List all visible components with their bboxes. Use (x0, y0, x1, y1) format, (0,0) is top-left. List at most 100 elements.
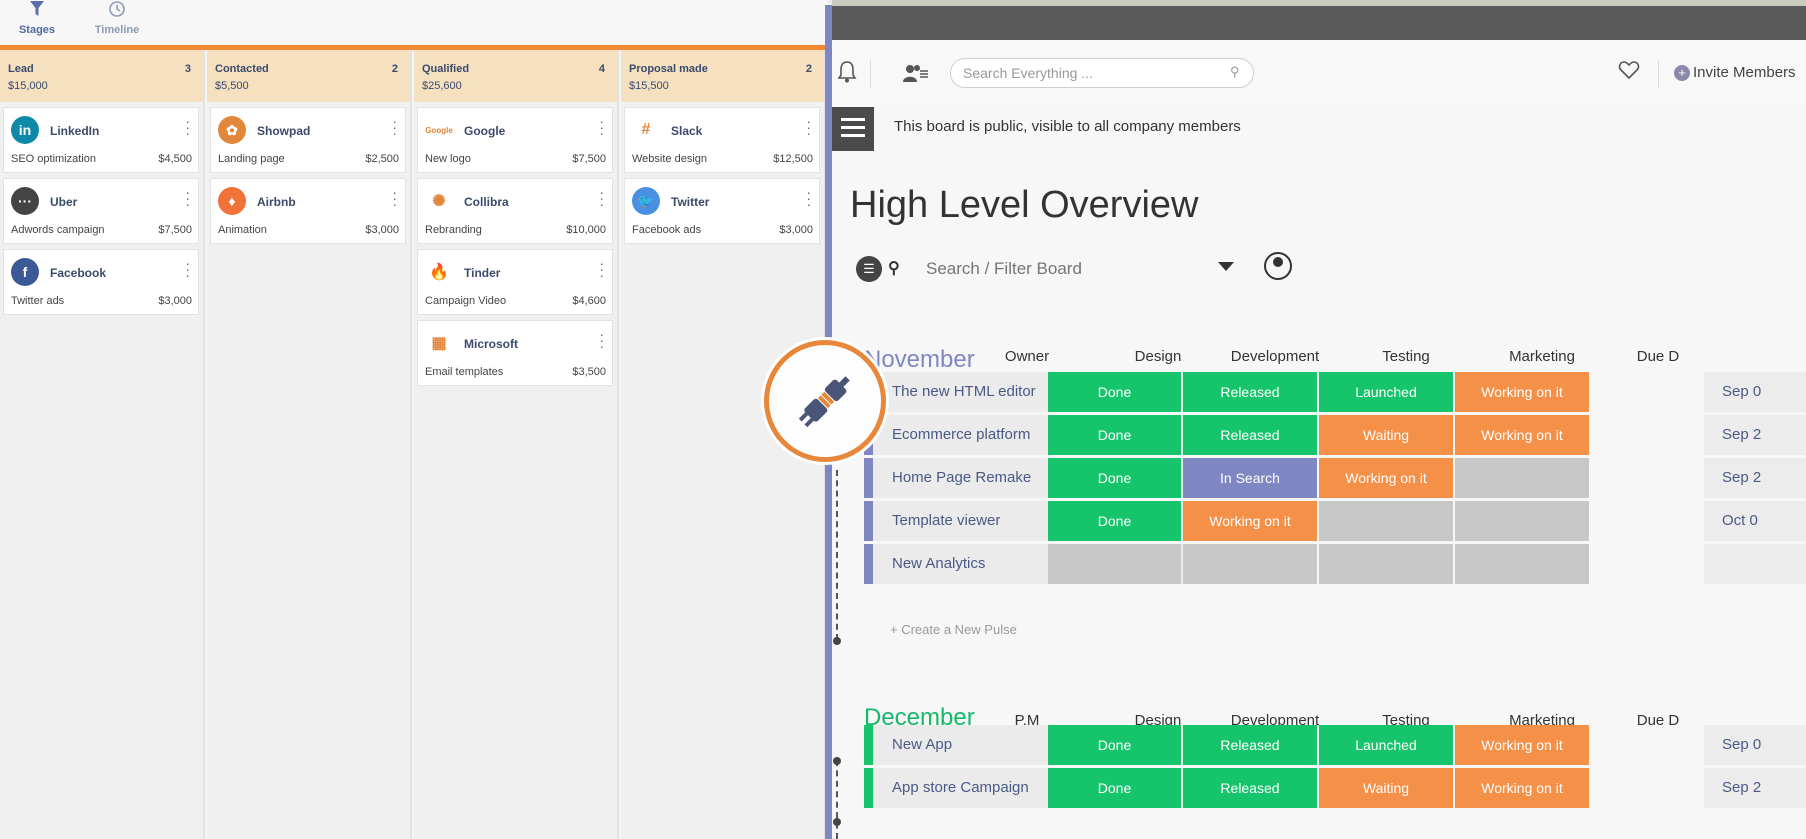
status-cell[interactable]: Waiting (1319, 415, 1453, 455)
due-date-cell[interactable]: Oct 0 (1704, 501, 1806, 541)
deal-card[interactable]: ▦ Microsoft · · · Email templates $3,500 (417, 320, 613, 386)
status-cell[interactable]: Working on it (1455, 725, 1589, 765)
status-cell[interactable]: Launched (1319, 372, 1453, 412)
status-cell[interactable]: Working on it (1455, 768, 1589, 808)
status-cell[interactable]: Working on it (1455, 415, 1589, 455)
status-cell[interactable]: Released (1183, 415, 1317, 455)
header-separator (1658, 60, 1659, 88)
status-cell[interactable] (1455, 501, 1589, 541)
status-cell[interactable]: Released (1183, 725, 1317, 765)
filter-menu-icon[interactable]: ☰ (856, 256, 882, 282)
deal-card[interactable]: f Facebook · · · Twitter ads $3,000 (3, 249, 199, 315)
deal-card[interactable]: ✺ Collibra · · · Rebranding $10,000 (417, 178, 613, 244)
status-cell[interactable]: Done (1048, 458, 1181, 498)
search-everything-input[interactable]: Search Everything ... (950, 58, 1254, 88)
twitter-logo: 🐦 (632, 187, 660, 215)
more-options-icon[interactable]: · · · (599, 114, 604, 140)
group-title[interactable]: November (864, 346, 975, 374)
filter-board-input[interactable] (926, 256, 1146, 282)
pulse-row[interactable]: New App Done Released Launched Working on it… (864, 725, 1806, 765)
more-options-icon[interactable]: · · · (599, 327, 604, 353)
status-cell[interactable]: Released (1183, 768, 1317, 808)
column-header[interactable]: Due D (1598, 348, 1718, 365)
column-header[interactable]: Owner (967, 348, 1087, 365)
pulse-row[interactable]: Ecommerce platform Done Released Waiting Wor… (864, 415, 1806, 455)
invite-members-button[interactable]: + Invite Members (1674, 64, 1796, 81)
invite-members-label: Invite Members (1693, 64, 1796, 81)
stage-column: Lead $15,000 3 in LinkedIn · · · SEO optimizatio… (0, 50, 205, 839)
deal-description: Twitter ads (11, 295, 65, 307)
column-header[interactable]: Development (1215, 348, 1335, 365)
tab-stages[interactable]: Stages (2, 0, 72, 46)
public-notice: This board is public, visible to all com… (894, 118, 1241, 135)
more-options-icon[interactable]: · · · (599, 185, 604, 211)
heart-icon[interactable] (1618, 60, 1640, 86)
team-icon[interactable] (902, 62, 930, 89)
status-cell[interactable]: Done (1048, 415, 1181, 455)
deal-card[interactable]: ··· Uber · · · Adwords campaign $7,500 (3, 178, 199, 244)
column-header[interactable]: Design (1098, 348, 1218, 365)
status-cell[interactable] (1183, 544, 1317, 584)
status-cell[interactable] (1455, 544, 1589, 584)
status-cell[interactable] (1048, 544, 1181, 584)
column-header[interactable]: Marketing (1482, 348, 1602, 365)
bell-icon[interactable] (836, 60, 858, 90)
deal-card[interactable]: ♦ Airbnb · · · Animation $3,000 (210, 178, 406, 244)
pulse-row[interactable]: The new HTML editor Done Released Launched W… (864, 372, 1806, 412)
company-name: Airbnb (257, 195, 296, 209)
status-cell[interactable]: Waiting (1319, 768, 1453, 808)
deal-card[interactable]: 🐦 Twitter · · · Facebook ads $3,000 (624, 178, 820, 244)
person-filter-icon[interactable] (1264, 252, 1292, 280)
hamburger-menu-button[interactable] (832, 107, 874, 151)
due-date-cell[interactable]: Sep 2 (1704, 768, 1806, 808)
deal-card[interactable]: Google Google · · · New logo $7,500 (417, 107, 613, 173)
deal-card[interactable]: in LinkedIn · · · SEO optimization $4,500 (3, 107, 199, 173)
pulse-row[interactable]: Home Page Remake Done In Search Working on … (864, 458, 1806, 498)
deal-card[interactable]: # Slack · · · Website design $12,500 (624, 107, 820, 173)
pulse-row[interactable]: Template viewer Done Working on it Oct 0 (864, 501, 1806, 541)
status-cell[interactable]: Launched (1319, 725, 1453, 765)
create-pulse-link[interactable]: + Create a New Pulse (890, 622, 1017, 637)
more-options-icon[interactable]: · · · (185, 185, 190, 211)
status-cell[interactable]: Done (1048, 372, 1181, 412)
column-header[interactable]: Testing (1346, 348, 1466, 365)
plug-icon (798, 376, 850, 428)
deal-card[interactable]: ✿ Showpad · · · Landing page $2,500 (210, 107, 406, 173)
more-options-icon[interactable]: · · · (806, 185, 811, 211)
status-cell[interactable]: Released (1183, 372, 1317, 412)
more-options-icon[interactable]: · · · (185, 114, 190, 140)
chevron-down-icon[interactable] (1218, 262, 1234, 271)
status-cell[interactable] (1319, 544, 1453, 584)
deal-amount: $4,500 (158, 153, 192, 165)
status-cell[interactable]: Working on it (1183, 501, 1317, 541)
company-name: Tinder (464, 266, 501, 280)
status-cell[interactable]: Working on it (1319, 458, 1453, 498)
stage-count: 4 (598, 63, 605, 75)
pulse-row[interactable]: New Analytics (864, 544, 1806, 584)
status-cell[interactable]: Working on it (1455, 372, 1589, 412)
due-date-cell[interactable]: Sep 2 (1704, 415, 1806, 455)
due-date-cell[interactable]: Sep 0 (1704, 725, 1806, 765)
due-date-cell[interactable] (1704, 544, 1806, 584)
deal-amount: $12,500 (773, 153, 813, 165)
due-date-cell[interactable]: Sep 0 (1704, 372, 1806, 412)
deal-card[interactable]: 🔥 Tinder · · · Campaign Video $4,600 (417, 249, 613, 315)
status-cell[interactable]: Done (1048, 725, 1181, 765)
group-color-stripe (864, 458, 873, 498)
more-options-icon[interactable]: · · · (599, 256, 604, 282)
company-name: Collibra (464, 195, 509, 209)
status-cell[interactable] (1319, 501, 1453, 541)
status-cell[interactable] (1455, 458, 1589, 498)
status-cell[interactable]: Done (1048, 768, 1181, 808)
stage-header: Proposal made $15,500 2 (621, 50, 824, 102)
pulse-row[interactable]: App store Campaign Done Released Waiting Wor… (864, 768, 1806, 808)
more-options-icon[interactable]: · · · (392, 114, 397, 140)
more-options-icon[interactable]: · · · (392, 185, 397, 211)
tab-timeline[interactable]: Timeline (82, 0, 152, 46)
more-options-icon[interactable]: · · · (185, 256, 190, 282)
more-options-icon[interactable]: · · · (806, 114, 811, 140)
due-date-cell[interactable]: Sep 2 (1704, 458, 1806, 498)
company-name: Microsoft (464, 337, 518, 351)
status-cell[interactable]: In Search (1183, 458, 1317, 498)
status-cell[interactable]: Done (1048, 501, 1181, 541)
